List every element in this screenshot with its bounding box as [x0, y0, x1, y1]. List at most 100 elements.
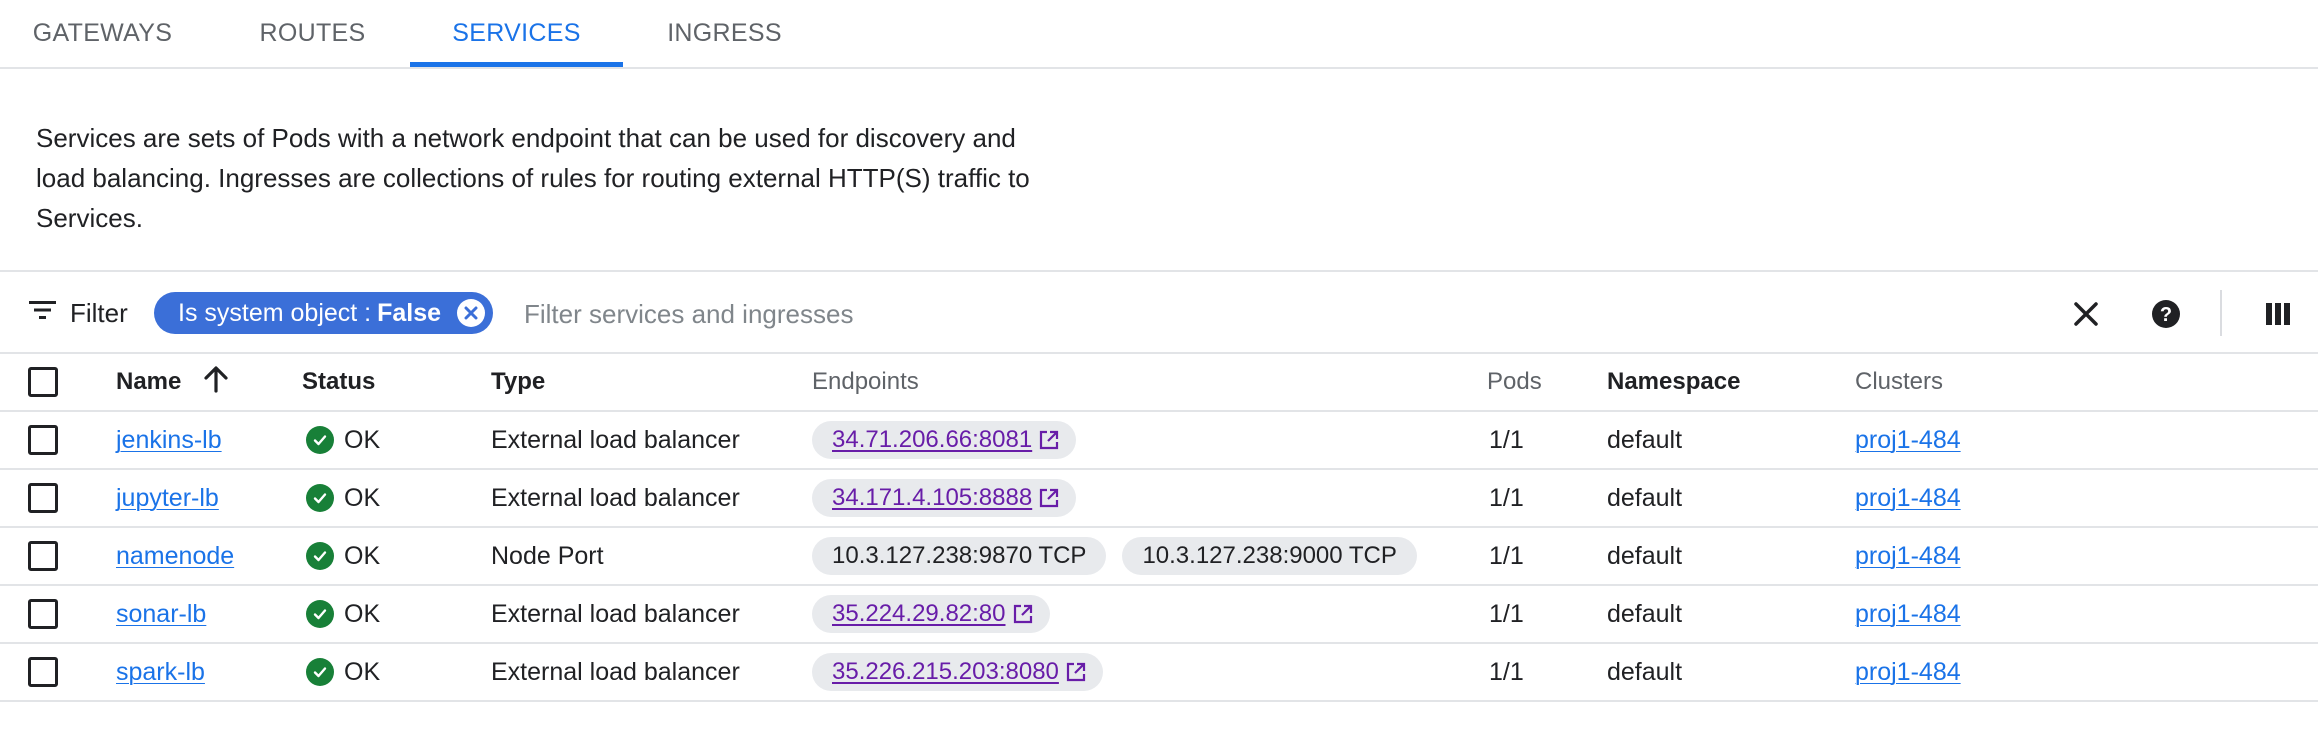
endpoints-cell: 10.3.127.238:9870 TCP 10.3.127.238:9000 T… [812, 528, 1433, 584]
cluster-link[interactable]: proj1-484 [1855, 600, 1961, 629]
row-checkbox[interactable] [28, 528, 58, 584]
status-cell: OK [306, 586, 380, 642]
endpoint-chip: 34.171.4.105:8888 [812, 479, 1077, 517]
pods-cell: 1/1 [1489, 483, 1524, 512]
external-link-icon[interactable] [1065, 661, 1087, 683]
page-description: Services are sets of Pods with a network… [36, 123, 1030, 233]
status-text: OK [344, 541, 381, 570]
column-header-namespace[interactable]: Namespace [1607, 354, 1740, 410]
endpoints-cell: 35.226.215.203:8080 [812, 644, 1119, 700]
endpoint-chip: 34.71.206.66:8081 [812, 421, 1077, 459]
row-checkbox[interactable] [28, 586, 58, 642]
endpoint-chip: 10.3.127.238:9870 TCP [812, 537, 1107, 575]
check-circle-icon [306, 600, 334, 628]
filter-bar: Filter Is system object : False ? [0, 270, 2318, 354]
pods-cell: 1/1 [1489, 657, 1524, 686]
endpoint-chip: 35.224.29.82:80 [812, 595, 1050, 633]
namespace-cell: default [1607, 599, 1683, 628]
namespace-cell: default [1607, 483, 1683, 512]
sort-ascending-icon [203, 365, 229, 400]
endpoint-link[interactable]: 35.224.29.82:80 [832, 600, 1006, 628]
type-cell: External load balancer [491, 425, 740, 454]
namespace-cell: default [1607, 541, 1683, 570]
check-circle-icon [306, 426, 334, 454]
endpoints-cell: 34.171.4.105:8888 [812, 470, 1092, 526]
endpoints-cell: 35.224.29.82:80 [812, 586, 1066, 642]
column-header-status[interactable]: Status [302, 354, 375, 410]
chip-remove-icon[interactable] [457, 299, 486, 327]
cluster-link[interactable]: proj1-484 [1855, 426, 1961, 455]
column-display-icon[interactable] [2258, 294, 2298, 334]
row-checkbox[interactable] [28, 412, 58, 468]
endpoints-cell: 34.71.206.66:8081 [812, 412, 1092, 468]
tab-gateways[interactable]: GATEWAYS [20, 0, 185, 67]
table-row: sonar-lb OK External load balancer 35.224.2… [0, 586, 2318, 644]
service-name-link[interactable]: jenkins-lb [116, 426, 222, 455]
check-circle-icon [306, 542, 334, 570]
status-cell: OK [306, 644, 380, 700]
pods-cell: 1/1 [1489, 541, 1524, 570]
select-all-checkbox[interactable] [28, 354, 58, 410]
namespace-cell: default [1607, 657, 1683, 686]
column-header-pods: Pods [1487, 368, 1542, 395]
help-icon[interactable]: ? [2146, 294, 2186, 334]
filter-chip-system-object[interactable]: Is system object : False [154, 292, 494, 334]
external-link-icon[interactable] [1012, 603, 1034, 625]
status-text: OK [344, 483, 381, 512]
column-header-name[interactable]: Name [116, 354, 229, 410]
status-cell: OK [306, 528, 380, 584]
status-text: OK [344, 657, 381, 686]
table-row: jupyter-lb OK External load balancer 34.171… [0, 470, 2318, 528]
table-header-row: Name Status Type Endpoints Pods Namespac… [0, 354, 2318, 412]
row-checkbox[interactable] [28, 470, 58, 526]
row-checkbox[interactable] [28, 644, 58, 700]
status-text: OK [344, 425, 381, 454]
column-header-clusters: Clusters [1855, 368, 1944, 395]
service-name-link[interactable]: namenode [116, 542, 234, 571]
type-cell: Node Port [491, 541, 604, 570]
toolbar-divider [2220, 290, 2222, 336]
endpoint-link[interactable]: 35.226.215.203:8080 [832, 658, 1059, 686]
endpoint-chip: 10.3.127.238:9000 TCP [1122, 537, 1417, 575]
type-cell: External load balancer [491, 599, 740, 628]
filter-icon [28, 298, 58, 329]
close-icon[interactable] [2066, 294, 2106, 334]
service-name-link[interactable]: sonar-lb [116, 600, 206, 629]
tab-services[interactable]: SERVICES [410, 0, 623, 67]
services-table: Name Status Type Endpoints Pods Namespac… [0, 354, 2318, 702]
endpoint-link[interactable]: 34.171.4.105:8888 [832, 484, 1032, 512]
table-row: namenode OK Node Port 10.3.127.238:9870 TCP… [0, 528, 2318, 586]
endpoint-chip: 35.226.215.203:8080 [812, 653, 1103, 691]
tab-routes[interactable]: ROUTES [245, 0, 380, 67]
filter-chip-key: Is system object : [178, 298, 372, 327]
resource-tabs: GATEWAYS ROUTES SERVICES INGRESS [0, 0, 2318, 69]
type-cell: External load balancer [491, 483, 740, 512]
status-cell: OK [306, 412, 380, 468]
column-header-endpoints: Endpoints [812, 368, 919, 395]
active-tab-indicator [410, 62, 623, 67]
service-name-link[interactable]: jupyter-lb [116, 484, 219, 513]
pods-cell: 1/1 [1489, 599, 1524, 628]
external-link-icon[interactable] [1038, 429, 1060, 451]
cluster-link[interactable]: proj1-484 [1855, 484, 1961, 513]
external-link-icon[interactable] [1038, 487, 1060, 509]
pods-cell: 1/1 [1489, 425, 1524, 454]
column-header-type[interactable]: Type [491, 354, 545, 410]
svg-text:?: ? [2160, 304, 2172, 326]
tab-ingress[interactable]: INGRESS [652, 0, 797, 67]
status-text: OK [344, 599, 381, 628]
type-cell: External load balancer [491, 657, 740, 686]
check-circle-icon [306, 484, 334, 512]
endpoint-link[interactable]: 34.71.206.66:8081 [832, 426, 1032, 454]
filter-button[interactable]: Filter [28, 292, 128, 334]
cluster-link[interactable]: proj1-484 [1855, 658, 1961, 687]
service-name-link[interactable]: spark-lb [116, 658, 205, 687]
namespace-cell: default [1607, 425, 1683, 454]
status-cell: OK [306, 470, 380, 526]
filter-chip-value: False [377, 298, 442, 327]
check-circle-icon [306, 658, 334, 686]
table-row: jenkins-lb OK External load balancer 34.71.… [0, 412, 2318, 470]
filter-input[interactable] [524, 294, 1924, 334]
cluster-link[interactable]: proj1-484 [1855, 542, 1961, 571]
filter-button-label: Filter [70, 297, 128, 328]
